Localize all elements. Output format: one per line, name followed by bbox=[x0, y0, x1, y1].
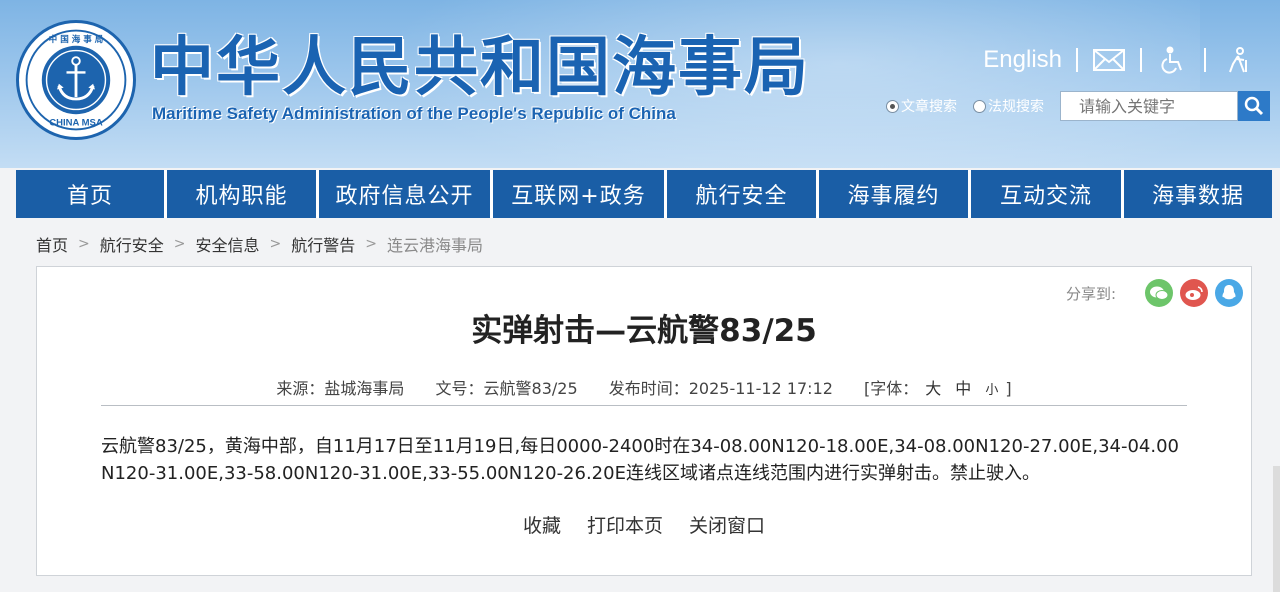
article-panel: 分享到: 实弹射击—云航警83/25 来源：盐城海事局 文号：云航警83/25 … bbox=[36, 266, 1252, 576]
breadcrumb-nav-safety[interactable]: 航行安全 bbox=[100, 232, 164, 256]
radio-label: 文章搜索 bbox=[901, 99, 957, 115]
nav-item-interaction[interactable]: 互动交流 bbox=[971, 170, 1121, 218]
article-meta: 来源：盐城海事局 文号：云航警83/25 发布时间：2025-11-12 17:… bbox=[37, 375, 1251, 399]
breadcrumb-separator: > bbox=[173, 236, 186, 252]
header-toolbar: English bbox=[983, 42, 1254, 78]
main-nav: 首页 机构职能 政府信息公开 互联网+政务 航行安全 海事履约 互动交流 海事数… bbox=[16, 170, 1272, 218]
nav-item-internet-gov[interactable]: 互联网+政务 bbox=[493, 170, 664, 218]
toolbar-divider bbox=[1076, 48, 1078, 72]
article-title: 实弹射击—云航警83/25 bbox=[471, 313, 817, 349]
nav-item-home[interactable]: 首页 bbox=[16, 170, 164, 218]
china-msa-emblem-logo[interactable]: 中 国 海 事 局 CHINA MSA bbox=[16, 20, 136, 140]
article-doc-number: 文号：云航警83/25 bbox=[435, 379, 578, 398]
breadcrumb: 首页 > 航行安全 > 安全信息 > 航行警告 > 连云港海事局 bbox=[36, 232, 483, 256]
site-title-chinese: 中华人民共和国海事局 bbox=[150, 31, 810, 105]
toolbar-divider bbox=[1140, 48, 1142, 72]
font-size-close: ] bbox=[1005, 379, 1012, 398]
toolbar-divider bbox=[1204, 48, 1206, 72]
breadcrumb-separator: > bbox=[365, 236, 377, 252]
favorite-link[interactable]: 收藏 bbox=[523, 511, 561, 538]
close-window-link[interactable]: 关闭窗口 bbox=[689, 511, 765, 538]
share-label: 分享到: bbox=[1065, 284, 1116, 303]
nav-item-functions[interactable]: 机构职能 bbox=[167, 170, 316, 218]
article-publish-time: 发布时间：2025-11-12 17:12 bbox=[608, 379, 833, 398]
radio-checked-icon[interactable] bbox=[886, 99, 899, 113]
page-scrollbar[interactable] bbox=[1273, 466, 1280, 592]
search-input[interactable] bbox=[1060, 91, 1238, 121]
radio-label: 法规搜索 bbox=[988, 99, 1044, 115]
accessibility-icon[interactable] bbox=[1156, 45, 1190, 75]
radio-article-search[interactable]: 文章搜索 bbox=[886, 96, 957, 116]
breadcrumb-nav-warning[interactable]: 航行警告 bbox=[291, 232, 355, 256]
radio-regulation-search[interactable]: 法规搜索 bbox=[973, 96, 1044, 116]
breadcrumb-safety-info[interactable]: 安全信息 bbox=[196, 232, 260, 256]
meta-divider bbox=[101, 405, 1187, 406]
svg-text:中 国 海 事 局: 中 国 海 事 局 bbox=[49, 33, 104, 45]
qq-share-icon[interactable] bbox=[1215, 279, 1243, 307]
breadcrumb-separator: > bbox=[78, 236, 90, 252]
site-header: 中 国 海 事 局 CHINA MSA 中华人民共和国海事局 Maritime … bbox=[0, 0, 1280, 168]
wechat-share-icon[interactable] bbox=[1145, 279, 1173, 307]
search-button[interactable] bbox=[1238, 91, 1270, 121]
search-icon bbox=[1244, 96, 1264, 116]
search-bar: 文章搜索 法规搜索 bbox=[886, 90, 1270, 122]
english-link[interactable]: English bbox=[983, 46, 1062, 74]
article-actions: 收藏 打印本页 关闭窗口 bbox=[37, 511, 1251, 538]
elderly-mode-icon[interactable] bbox=[1220, 45, 1254, 75]
nav-item-gov-info[interactable]: 政府信息公开 bbox=[319, 170, 490, 218]
font-size-small[interactable]: 小 bbox=[985, 383, 998, 398]
breadcrumb-separator: > bbox=[269, 236, 282, 252]
breadcrumb-current[interactable]: 连云港海事局 bbox=[387, 232, 483, 256]
nav-item-compliance[interactable]: 海事履约 bbox=[819, 170, 968, 218]
nav-item-nav-safety[interactable]: 航行安全 bbox=[667, 170, 816, 218]
article-source: 来源：盐城海事局 bbox=[276, 379, 405, 398]
weibo-share-icon[interactable] bbox=[1180, 279, 1208, 307]
svg-text:CHINA MSA: CHINA MSA bbox=[49, 118, 103, 129]
font-size-large[interactable]: 大 bbox=[925, 379, 941, 398]
share-bar: 分享到: bbox=[1066, 279, 1243, 307]
radio-unchecked-icon[interactable] bbox=[973, 99, 986, 113]
nav-item-data[interactable]: 海事数据 bbox=[1124, 170, 1272, 218]
site-title-english: Maritime Safety Administration of the Pe… bbox=[152, 104, 676, 123]
font-size-label: [字体： bbox=[864, 379, 919, 398]
breadcrumb-home[interactable]: 首页 bbox=[36, 232, 68, 256]
font-size-medium[interactable]: 中 bbox=[955, 379, 971, 398]
article-body: 云航警83/25，黄海中部，自11月17日至11月19日,每日0000-2400… bbox=[101, 436, 1179, 484]
mail-icon[interactable] bbox=[1092, 45, 1126, 75]
print-link[interactable]: 打印本页 bbox=[587, 511, 663, 538]
